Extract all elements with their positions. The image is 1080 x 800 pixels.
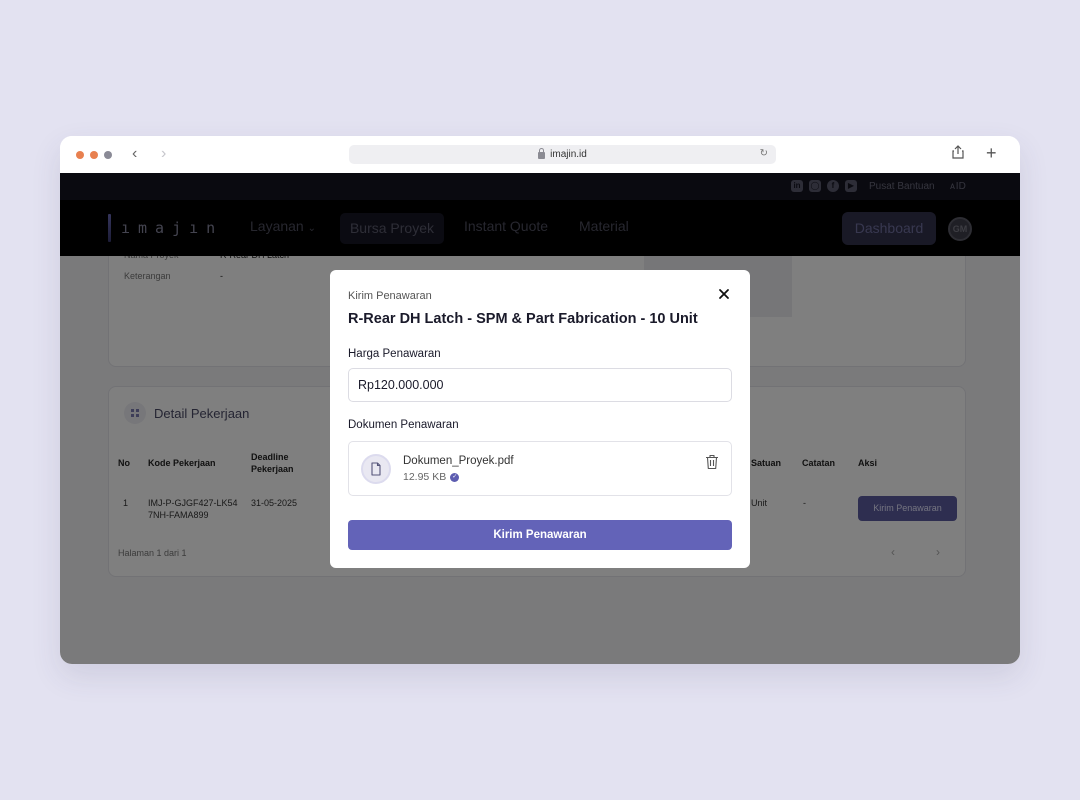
lock-icon [538,148,546,159]
send-offer-modal: Kirim Penawaran R-Rear DH Latch - SPM & … [330,270,750,568]
forward-icon[interactable]: › [161,146,166,162]
verified-check-icon: ✓ [450,472,460,482]
price-label: Harga Penawaran [348,348,441,360]
back-icon[interactable]: ‹ [132,146,137,162]
minimize-window-button[interactable] [90,151,98,159]
document-icon [371,462,381,476]
submit-offer-button[interactable]: Kirim Penawaran [348,520,732,550]
file-size: 12.95 KB [403,471,447,483]
file-size-row: 12.95 KB ✓ [403,471,460,483]
browser-window: ‹ › imajin.id ↻ + Nama Proyek R-Rear DH … [60,136,1020,664]
modal-title: R-Rear DH Latch - SPM & Part Fabrication… [348,311,698,327]
uploaded-file: Dokumen_Proyek.pdf 12.95 KB ✓ [348,441,732,496]
close-window-button[interactable] [76,151,84,159]
reload-icon[interactable]: ↻ [760,148,768,159]
browser-toolbar: ‹ › imajin.id ↻ + [60,136,1020,173]
file-icon-wrapper [361,454,391,484]
price-input[interactable] [348,368,732,402]
share-icon[interactable] [952,145,964,159]
maximize-window-button[interactable] [104,151,112,159]
trash-icon[interactable] [705,454,719,470]
web-page: Nama Proyek R-Rear DH Latch Keterangan -… [60,173,1020,664]
file-name: Dokumen_Proyek.pdf [403,455,514,467]
modal-subtitle: Kirim Penawaran [348,290,432,302]
close-icon[interactable] [717,287,731,301]
address-bar[interactable]: imajin.id ↻ [349,145,776,164]
document-label: Dokumen Penawaran [348,419,459,431]
new-tab-icon[interactable]: + [986,143,997,164]
url-text: imajin.id [550,149,587,160]
